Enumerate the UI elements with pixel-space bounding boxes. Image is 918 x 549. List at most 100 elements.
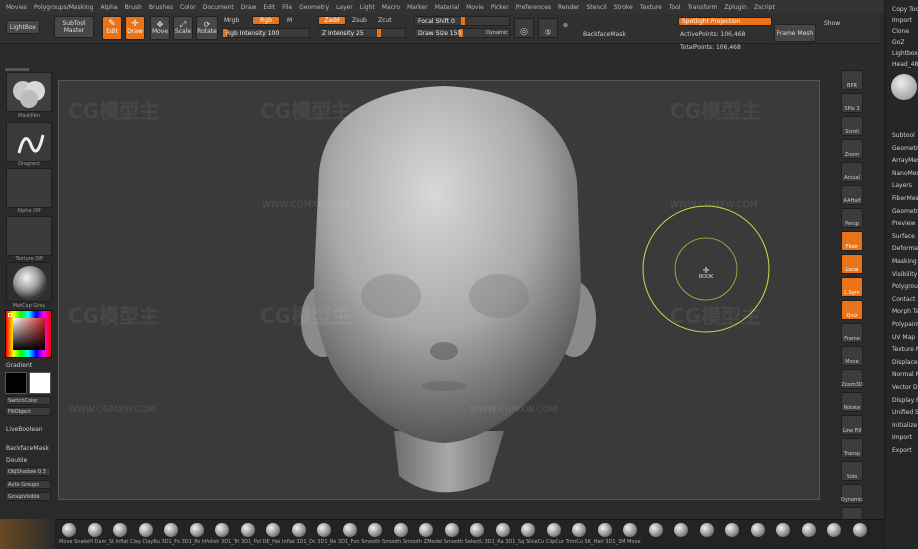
shelf-floor-button[interactable]: Floor	[841, 231, 863, 251]
alpha-thumbnail[interactable]	[6, 168, 52, 208]
brush-3d1-ra-icon[interactable]	[674, 523, 688, 537]
tool-import-button[interactable]: Import	[892, 17, 912, 24]
shelf-actual-button[interactable]: Actual	[841, 162, 863, 182]
brush-3d1-ro-icon[interactable]	[470, 523, 484, 537]
texture-thumbnail[interactable]	[6, 216, 52, 256]
shelf-frame-button[interactable]: Frame	[841, 323, 863, 343]
backface-mask-toggle[interactable]: BackfaceMask	[583, 31, 626, 38]
shelf-local-button[interactable]: Local	[841, 254, 863, 274]
palette-uv-map-item[interactable]: UV Map	[892, 334, 915, 341]
brush-inflat-icon[interactable]	[138, 523, 153, 537]
menu-item[interactable]: Render	[558, 4, 579, 11]
brush-clay-icon[interactable]	[164, 523, 178, 537]
rgb-toggle[interactable]: Rgb	[252, 16, 280, 25]
backface-mask-button[interactable]: BackfaceMask	[6, 445, 49, 452]
palette-visibility-item[interactable]: Visibility	[892, 271, 917, 278]
show-button[interactable]: Show	[824, 20, 840, 27]
palette-import-item[interactable]: Import	[892, 434, 912, 441]
menu-item[interactable]: Movie	[466, 4, 484, 11]
secondary-color-swatch[interactable]	[29, 372, 51, 394]
brush-inflat-icon[interactable]	[393, 523, 408, 537]
brush-claybu-icon[interactable]	[189, 523, 204, 537]
palette-fibermesh-item[interactable]: FiberMesh	[892, 195, 918, 202]
palette-displacement-item[interactable]: Displacement	[892, 359, 918, 366]
shelf-move-button[interactable]: Move	[841, 346, 863, 366]
menu-item[interactable]: Tool	[669, 4, 681, 11]
brush-slicecu-icon[interactable]	[725, 523, 739, 537]
shelf-persp-button[interactable]: Persp	[841, 208, 863, 228]
palette-deformation-item[interactable]: Deformation	[892, 245, 918, 252]
group-visible-button[interactable]: GroupVisible	[5, 492, 51, 501]
palette-polygroups-item[interactable]: Polygroups	[892, 283, 918, 290]
palette-unified-skin-item[interactable]: Unified Skin	[892, 409, 918, 416]
palette-layers-item[interactable]: Layers	[892, 182, 912, 189]
palette-texture-map-item[interactable]: Texture Map	[892, 346, 918, 353]
menu-item[interactable]: Alpha	[101, 4, 118, 11]
shelf-qviz-button[interactable]: Qviz	[841, 300, 863, 320]
menu-item[interactable]: Layer	[336, 4, 353, 11]
rgb-intensity-slider[interactable]: Rgb Intensity 100	[222, 28, 310, 38]
tool-thumbnail[interactable]	[891, 74, 917, 100]
sym-icon[interactable]: ⊗	[563, 22, 568, 29]
menu-item[interactable]: Geometry	[299, 4, 329, 11]
menu-item[interactable]: Transform	[687, 4, 717, 11]
palette-surface-item[interactable]: Surface	[892, 233, 915, 240]
menu-item[interactable]: Stroke	[614, 4, 633, 11]
brush-smooth-icon[interactable]	[623, 523, 637, 537]
palette-polypaint-item[interactable]: Polypaint	[892, 321, 918, 328]
menu-item[interactable]: Edit	[263, 4, 275, 11]
subtool-master-button[interactable]: SubTool Master	[54, 16, 94, 38]
auto-groups-button[interactable]: Auto Groups	[5, 480, 51, 489]
palette-export-item[interactable]: Export	[892, 447, 912, 454]
live-boolean-button[interactable]: LiveBoolean	[6, 426, 43, 433]
brush-3d1-po-icon[interactable]	[240, 523, 255, 537]
mrgb-toggle[interactable]: Mrgb	[224, 17, 239, 24]
panel-grip[interactable]	[5, 68, 29, 71]
palette-contact-item[interactable]: Contact	[892, 296, 915, 303]
menu-item[interactable]: Zplugin	[724, 4, 747, 11]
main-color-swatch[interactable]	[5, 372, 27, 394]
shelf-l-sym-button[interactable]: L.Sym	[841, 277, 863, 297]
lightbox-button[interactable]: LightBox	[6, 20, 40, 34]
brush-3d1-3m-icon[interactable]	[827, 523, 841, 537]
palette-geometry-hd-item[interactable]: Geometry HD	[892, 208, 918, 215]
brush-3d1-sq-icon[interactable]	[699, 523, 714, 537]
palette-nanomesh-item[interactable]: NanoMesh	[892, 170, 918, 177]
brush-sk-hair-icon[interactable]	[801, 523, 816, 537]
zsub-toggle[interactable]: Zsub	[352, 17, 367, 24]
obj-shadow-slider[interactable]: ObjShadow 0.3	[5, 467, 51, 476]
brush-zmodel-icon[interactable]	[597, 523, 612, 537]
menu-item[interactable]: Texture	[640, 4, 662, 11]
menu-item[interactable]: Document	[203, 4, 234, 11]
rotate-button[interactable]: ⟳ Rotate	[196, 16, 218, 40]
menu-item[interactable]: Color	[180, 4, 196, 11]
tool-lightbox-button[interactable]: Lightbox	[892, 50, 918, 57]
menu-item[interactable]: Marker	[407, 4, 428, 11]
frame-mesh-button[interactable]: Frame Mesh	[774, 24, 816, 42]
brush-trimcu-icon[interactable]	[776, 523, 790, 537]
material-thumbnail[interactable]	[6, 262, 52, 302]
shelf-zoom3d-button[interactable]: Zoom3D	[841, 369, 863, 389]
local-symmetry-icon[interactable]: ◎	[514, 18, 534, 38]
shelf-transp-button[interactable]: Transp	[841, 438, 863, 458]
zadd-toggle[interactable]: Zadd	[318, 16, 346, 25]
menu-item[interactable]: File	[282, 4, 292, 11]
menu-item[interactable]: Stencil	[586, 4, 606, 11]
shelf-aahalf-button[interactable]: AAHalf	[841, 185, 863, 205]
menu-item[interactable]: Preferences	[516, 4, 551, 11]
menu-item[interactable]: Zscript	[754, 4, 775, 11]
shelf-spix-3-button[interactable]: SPix 3	[841, 93, 863, 113]
palette-masking-item[interactable]: Masking	[892, 258, 917, 265]
palette-vector-displ-item[interactable]: Vector Displ	[892, 384, 918, 391]
zcut-toggle[interactable]: Zcut	[378, 17, 392, 24]
brush-move-icon[interactable]	[852, 523, 867, 537]
brush-3d1-fo-icon[interactable]	[215, 523, 229, 537]
s-icon[interactable]: ⑤	[538, 18, 558, 38]
palette-display-prop-item[interactable]: Display Prop	[892, 397, 918, 404]
tool-copy-tool-button[interactable]: Copy Tool	[892, 6, 918, 13]
edit-button[interactable]: ✎ Edit	[102, 16, 122, 40]
color-picker[interactable]	[5, 310, 52, 358]
menu-item[interactable]: Macro	[382, 4, 400, 11]
brush-3d1-cli-icon[interactable]	[342, 523, 357, 537]
brush-selectl-icon[interactable]	[648, 523, 663, 537]
